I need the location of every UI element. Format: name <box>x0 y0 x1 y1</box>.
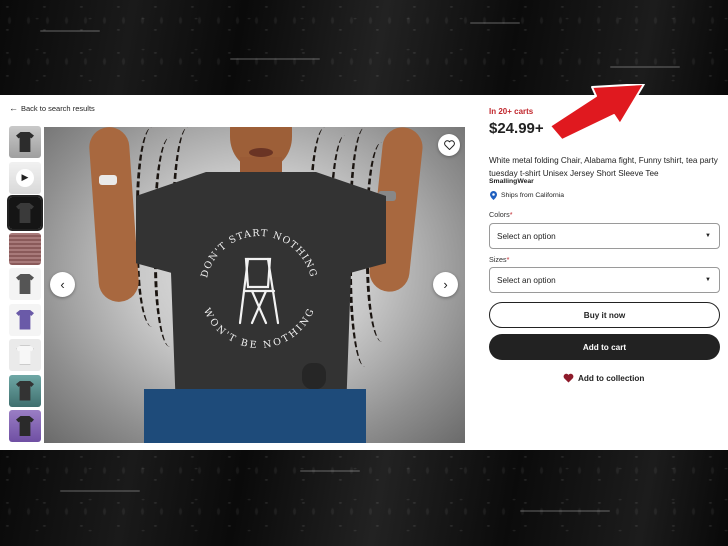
add-to-cart-button[interactable]: Add to cart <box>489 334 720 360</box>
add-to-collection-label: Add to collection <box>578 373 645 383</box>
heart-icon <box>443 140 455 150</box>
listing-page: ← Back to search results ▶ DON'T START N… <box>0 95 728 450</box>
sizes-select[interactable]: Select an option ▼ <box>489 267 720 293</box>
colors-select-value: Select an option <box>497 231 556 241</box>
add-to-collection-button[interactable]: Add to collection <box>563 373 644 383</box>
print-top-text: DON'T START NOTHING <box>199 228 317 279</box>
heart-filled-icon <box>563 373 574 383</box>
ships-from-label: Ships from California <box>501 192 565 199</box>
price: $24.99+ <box>489 120 544 137</box>
favorite-button[interactable] <box>438 134 460 156</box>
product-main-image: DON'T START NOTHING WON'T BE NOTHING ‹ › <box>44 127 465 443</box>
caret-down-icon: ▼ <box>705 233 711 239</box>
arrow-left-icon: ← <box>9 103 18 113</box>
location-pin-icon <box>490 191 497 200</box>
shop-name-link[interactable]: SmallingWear <box>489 178 534 185</box>
red-arrow-annotation <box>549 84 645 140</box>
svg-text:WON'T BE NOTHING: WON'T BE NOTHING <box>201 306 317 349</box>
thumbnail-shirt-gray[interactable] <box>9 268 41 300</box>
back-link-label: Back to search results <box>21 104 95 113</box>
product-title: White metal folding Chair, Alabama fight… <box>489 156 718 178</box>
sizes-select-value: Select an option <box>497 275 556 285</box>
colors-select[interactable]: Select an option ▼ <box>489 223 720 249</box>
shirt-print-graphic: DON'T START NOTHING WON'T BE NOTHING <box>199 228 319 349</box>
previous-image-button[interactable]: ‹ <box>50 272 75 297</box>
thumbnail-selected[interactable] <box>7 195 43 231</box>
folding-chair-icon <box>238 257 280 325</box>
thumbnail-size-chart[interactable] <box>9 232 41 265</box>
thumbnail-shirt-purple[interactable] <box>9 303 41 336</box>
jeans <box>144 389 366 443</box>
background-bottom <box>0 450 728 546</box>
next-image-button[interactable]: › <box>433 272 458 297</box>
chevron-right-icon: › <box>443 277 448 292</box>
background-top <box>0 0 728 95</box>
shipping-origin: Ships from California <box>490 191 564 200</box>
colors-label: Colors* <box>489 210 513 219</box>
watch <box>99 175 117 185</box>
print-bottom-text: WON'T BE NOTHING <box>201 306 316 349</box>
thumbnail-shirt-purple-bg[interactable] <box>9 410 41 442</box>
play-icon: ▶ <box>16 168 34 187</box>
in-carts-badge: In 20+ carts <box>489 107 534 116</box>
svg-text:DON'T START NOTHING: DON'T START NOTHING <box>199 228 319 279</box>
sizes-label: Sizes* <box>489 255 510 264</box>
chevron-left-icon: ‹ <box>60 277 65 292</box>
thumbnail-list: ▶ <box>7 126 43 446</box>
thumbnail-shirt-teal[interactable] <box>9 374 41 407</box>
thumbnail-shirt-photo[interactable] <box>9 126 41 158</box>
back-to-search-link[interactable]: ← Back to search results <box>9 103 95 114</box>
buy-it-now-button[interactable]: Buy it now <box>489 302 720 328</box>
thumbnail-video[interactable]: ▶ <box>9 161 41 194</box>
caret-down-icon: ▼ <box>705 277 711 283</box>
thumbnail-shirt-white[interactable] <box>9 339 41 371</box>
